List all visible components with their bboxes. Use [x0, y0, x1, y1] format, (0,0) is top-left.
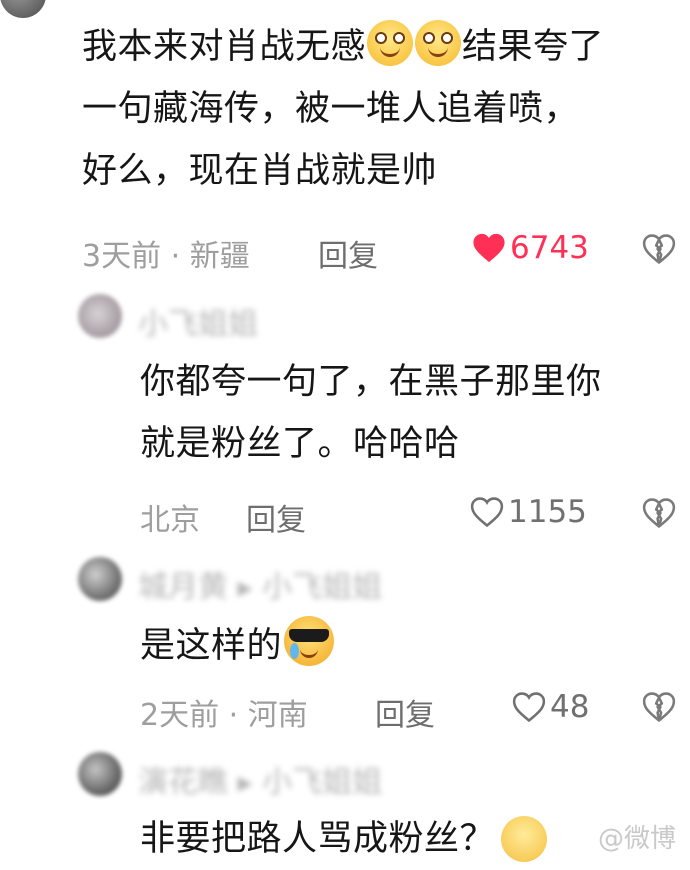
dislike-broken-heart-icon[interactable]: [642, 691, 676, 723]
comment-meta: 2天前 · 河南: [140, 698, 308, 733]
heart-filled-icon: [472, 232, 506, 264]
comment-author[interactable]: 小飞姐姐: [138, 299, 258, 343]
smile-emoji-icon: [415, 20, 462, 66]
avatar[interactable]: [78, 294, 122, 338]
comment-text-line: 一句藏海传，被一堆人追着喷，: [82, 89, 580, 129]
heart-outline-icon: [470, 496, 504, 528]
like-count: 6743: [510, 230, 589, 266]
like-button[interactable]: 48: [512, 689, 589, 725]
comment-meta: 3天前 · 新疆: [82, 239, 250, 274]
reply-button[interactable]: 回复: [318, 231, 378, 275]
cool-crying-emoji-icon: [284, 616, 335, 666]
comment-text: 是这样的: [140, 615, 335, 677]
comment-text-line: 结果夸了: [462, 27, 605, 67]
dislike-broken-heart-icon[interactable]: [642, 497, 676, 529]
comment-author[interactable]: 演花瞧 ▸ 小飞姐姐: [138, 757, 382, 801]
dislike-broken-heart-icon[interactable]: [642, 233, 676, 265]
like-count: 1155: [508, 494, 587, 530]
avatar[interactable]: [78, 752, 122, 796]
heart-outline-icon: [512, 691, 546, 723]
comment-item: 你都夸一句了，在黑子那里你 就是粉丝了。哈哈哈: [140, 351, 680, 475]
comment-text: 我本来对肖战无感 结果夸了: [82, 16, 682, 78]
comment-item: 我本来对肖战无感 结果夸了 一句藏海传，被一堆人追着喷， 好么，现在肖战就是帅: [82, 16, 682, 202]
sweat-smile-emoji-icon: [501, 816, 548, 862]
like-button[interactable]: 1155: [470, 494, 587, 530]
comment-meta: 北京: [140, 503, 200, 538]
comment-text-line: 是这样的: [140, 626, 283, 666]
comment-text-line: 非要把路人骂成粉丝？: [140, 819, 496, 859]
comment-author[interactable]: 城月黄 ▸ 小飞姐姐: [138, 562, 382, 606]
reply-button[interactable]: 回复: [246, 495, 306, 539]
avatar[interactable]: [0, 0, 46, 18]
comment-text-line: 就是粉丝了。哈哈哈: [140, 424, 460, 464]
avatar[interactable]: [78, 557, 122, 601]
like-count: 48: [550, 689, 590, 725]
comment-text-line: 好么，现在肖战就是帅: [82, 151, 438, 191]
reply-button[interactable]: 回复: [375, 690, 435, 734]
comment-text-line: 我本来对肖战无感: [82, 27, 367, 67]
like-button[interactable]: 6743: [472, 230, 589, 266]
comment-text: 非要把路人骂成粉丝？: [140, 808, 548, 870]
comment-text-line: 你都夸一句了，在黑子那里你: [140, 362, 602, 402]
watermark: @微博: [598, 824, 677, 854]
smile-emoji-icon: [367, 20, 414, 66]
